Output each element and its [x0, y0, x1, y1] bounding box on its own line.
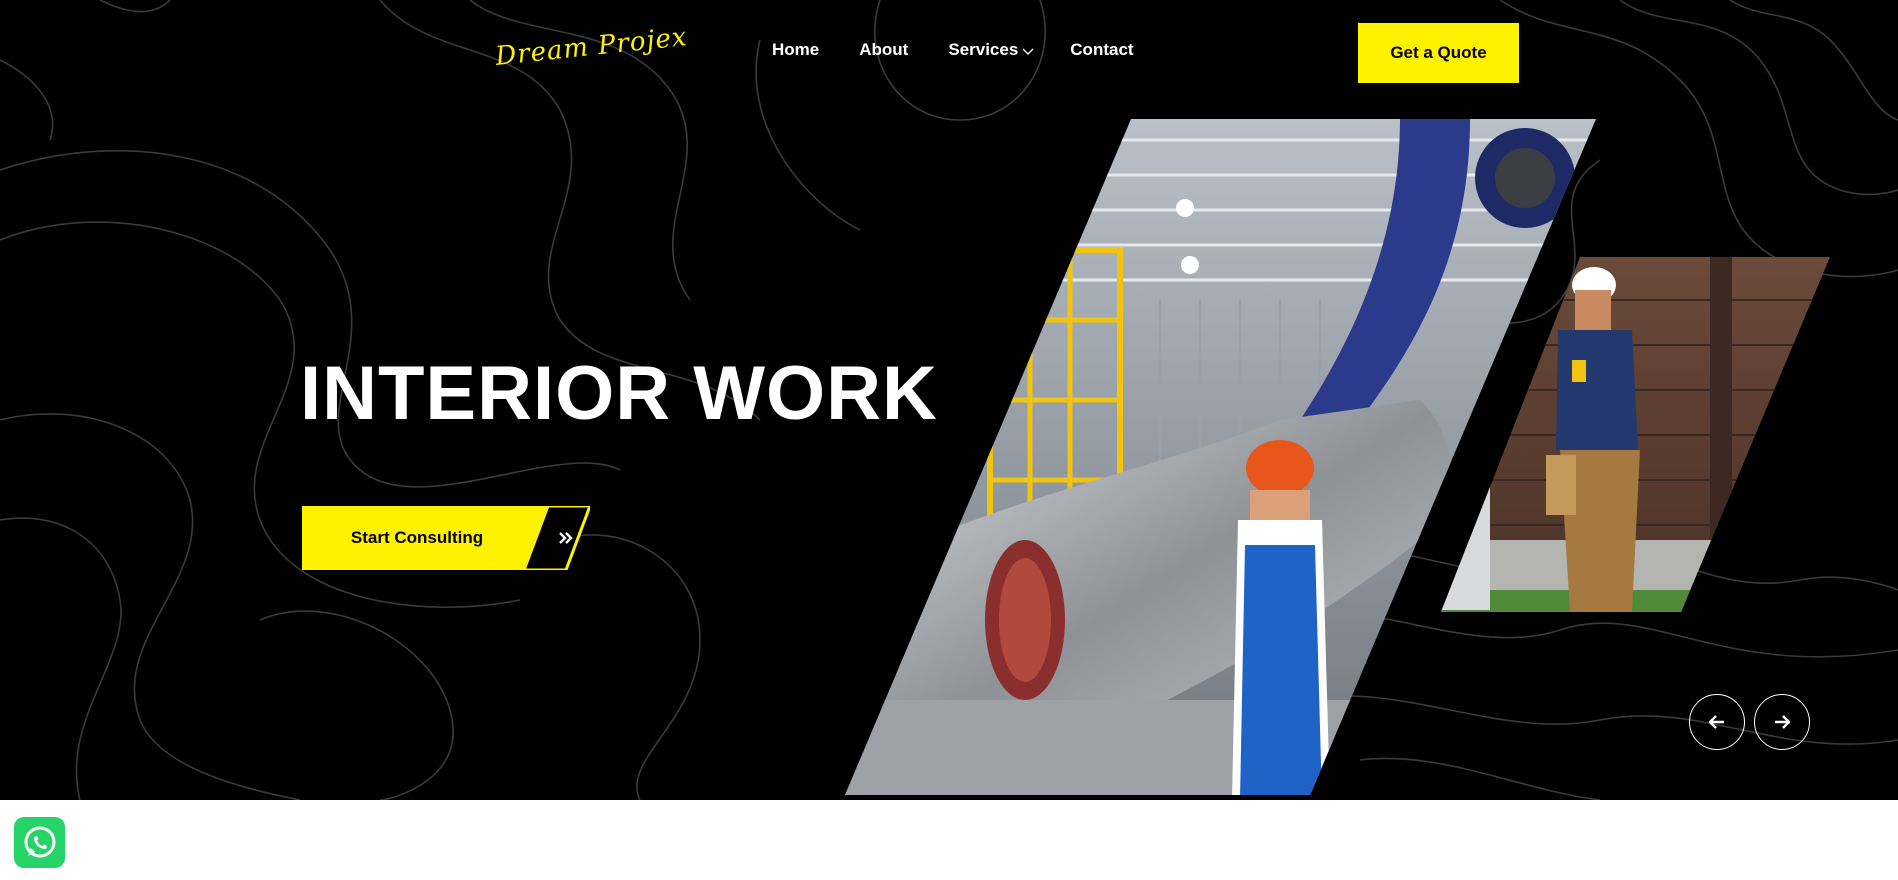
whatsapp-button[interactable]: [14, 817, 65, 868]
arrow-right-icon: [1775, 715, 1791, 729]
start-consulting-button[interactable]: Start Consulting: [302, 506, 590, 570]
cta-label: Start Consulting: [350, 528, 484, 547]
nav-contact[interactable]: Contact: [1070, 40, 1133, 60]
nav-home[interactable]: Home: [772, 40, 819, 60]
arrow-left-icon: [1708, 715, 1724, 729]
hero-section: Dream Projex Home About Services Contact…: [0, 0, 1898, 800]
factory-photo: [845, 119, 1596, 795]
nav-services-label: Services: [948, 40, 1019, 59]
nav-home-label: Home: [772, 40, 820, 59]
nav-about-label: About: [859, 40, 909, 59]
slider-next-button[interactable]: [1754, 694, 1810, 750]
hero-images: [845, 119, 1830, 795]
hero-title: INTERIOR WORK: [300, 351, 938, 436]
get-quote-button[interactable]: Get a Quote: [1358, 23, 1519, 83]
nav-about[interactable]: About: [859, 40, 908, 60]
nav-services[interactable]: Services: [948, 40, 1034, 60]
slider-prev-button[interactable]: [1689, 694, 1745, 750]
main-nav: Home About Services Contact: [772, 40, 1174, 60]
double-chevron-right-icon: [542, 506, 590, 570]
whatsapp-icon: [24, 826, 55, 857]
chevron-down-icon: [1022, 48, 1034, 55]
nav-contact-label: Contact: [1070, 40, 1134, 59]
